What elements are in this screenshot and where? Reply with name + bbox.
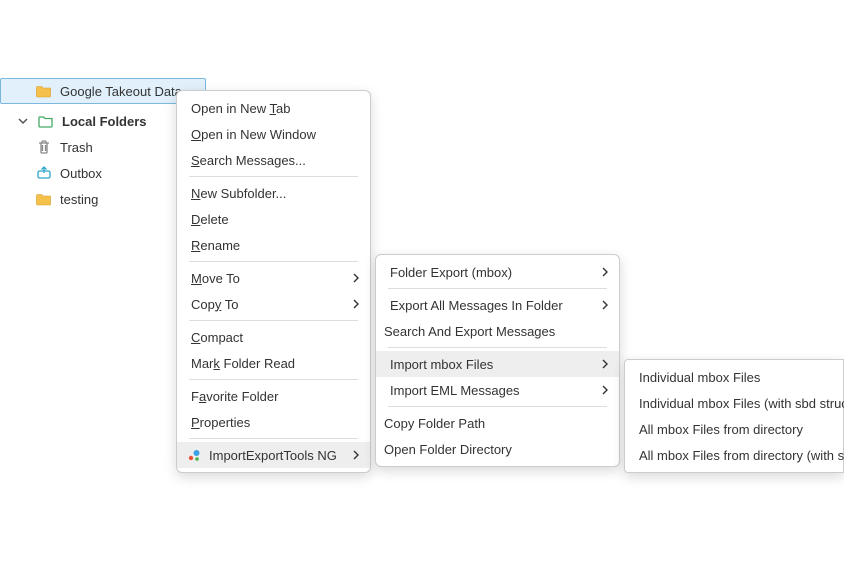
menu-separator: [189, 176, 358, 177]
menu-separator: [388, 347, 607, 348]
chevron-down-icon[interactable]: [18, 116, 28, 126]
menu-item-label: Copy Folder Path: [384, 416, 485, 431]
menu-all-mbox-dir[interactable]: All mbox Files from directory: [625, 416, 843, 442]
outbox-icon: [36, 165, 52, 181]
menu-open-new-window[interactable]: Open in New Window: [177, 121, 370, 147]
chevron-right-icon: [352, 448, 360, 463]
menu-item-label: All mbox Files from directory (with sbd …: [639, 448, 844, 463]
menu-item-label: Import mbox Files: [390, 357, 493, 372]
menu-import-mbox[interactable]: Import mbox Files: [376, 351, 619, 377]
menu-item-label: Open Folder Directory: [384, 442, 512, 457]
menu-compact[interactable]: Compact: [177, 324, 370, 350]
tree-item-label: Trash: [60, 140, 93, 155]
context-menu-folder: Open in New Tab Open in New Window Searc…: [176, 90, 371, 473]
menu-move-to[interactable]: Move To: [177, 265, 370, 291]
tree-item-label: testing: [60, 192, 98, 207]
menu-rename[interactable]: Rename: [177, 232, 370, 258]
menu-delete[interactable]: Delete: [177, 206, 370, 232]
menu-mark-folder-read[interactable]: Mark Folder Read: [177, 350, 370, 376]
menu-item-label: Individual mbox Files (with sbd structur…: [639, 396, 844, 411]
menu-open-folder-directory[interactable]: Open Folder Directory: [376, 436, 619, 462]
menu-folder-export[interactable]: Folder Export (mbox): [376, 259, 619, 285]
menu-copy-to[interactable]: Copy To: [177, 291, 370, 317]
menu-item-label: Folder Export (mbox): [390, 265, 512, 280]
submenu-importexporttools: Folder Export (mbox) Export All Messages…: [375, 254, 620, 467]
menu-favorite-folder[interactable]: Favorite Folder: [177, 383, 370, 409]
submenu-import-mbox: Individual mbox Files Individual mbox Fi…: [624, 359, 844, 473]
menu-individual-mbox-sbd[interactable]: Individual mbox Files (with sbd structur…: [625, 390, 843, 416]
folder-icon: [36, 191, 52, 207]
menu-search-messages[interactable]: Search Messages...: [177, 147, 370, 173]
menu-separator: [189, 261, 358, 262]
menu-item-label: Search And Export Messages: [384, 324, 555, 339]
menu-import-eml[interactable]: Import EML Messages: [376, 377, 619, 403]
chevron-right-icon: [352, 271, 360, 286]
menu-new-subfolder[interactable]: New Subfolder...: [177, 180, 370, 206]
menu-importexporttools[interactable]: ImportExportTools NG: [177, 442, 370, 468]
menu-item-label: Import EML Messages: [390, 383, 520, 398]
menu-copy-folder-path[interactable]: Copy Folder Path: [376, 410, 619, 436]
chevron-right-icon: [601, 357, 609, 372]
tree-item-label: Google Takeout Data: [60, 84, 182, 99]
folder-icon: [36, 83, 52, 99]
chevron-right-icon: [601, 298, 609, 313]
menu-item-label: All mbox Files from directory: [639, 422, 803, 437]
menu-separator: [189, 438, 358, 439]
menu-item-label: Individual mbox Files: [639, 370, 760, 385]
menu-separator: [388, 406, 607, 407]
menu-search-export-messages[interactable]: Search And Export Messages: [376, 318, 619, 344]
tree-item-label: Local Folders: [62, 114, 147, 129]
menu-export-all-messages[interactable]: Export All Messages In Folder: [376, 292, 619, 318]
folder-root-icon: [38, 113, 54, 129]
menu-item-label: Export All Messages In Folder: [390, 298, 563, 313]
menu-all-mbox-dir-sbd[interactable]: All mbox Files from directory (with sbd …: [625, 442, 843, 468]
menu-individual-mbox[interactable]: Individual mbox Files: [625, 364, 843, 390]
menu-item-label: ImportExportTools NG: [209, 448, 337, 463]
tree-item-label: Outbox: [60, 166, 102, 181]
menu-properties[interactable]: Properties: [177, 409, 370, 435]
menu-separator: [388, 288, 607, 289]
menu-open-new-tab[interactable]: Open in New Tab: [177, 95, 370, 121]
chevron-right-icon: [601, 383, 609, 398]
menu-separator: [189, 379, 358, 380]
trash-icon: [36, 139, 52, 155]
chevron-right-icon: [601, 265, 609, 280]
menu-separator: [189, 320, 358, 321]
import-export-icon: [185, 447, 203, 463]
chevron-right-icon: [352, 297, 360, 312]
